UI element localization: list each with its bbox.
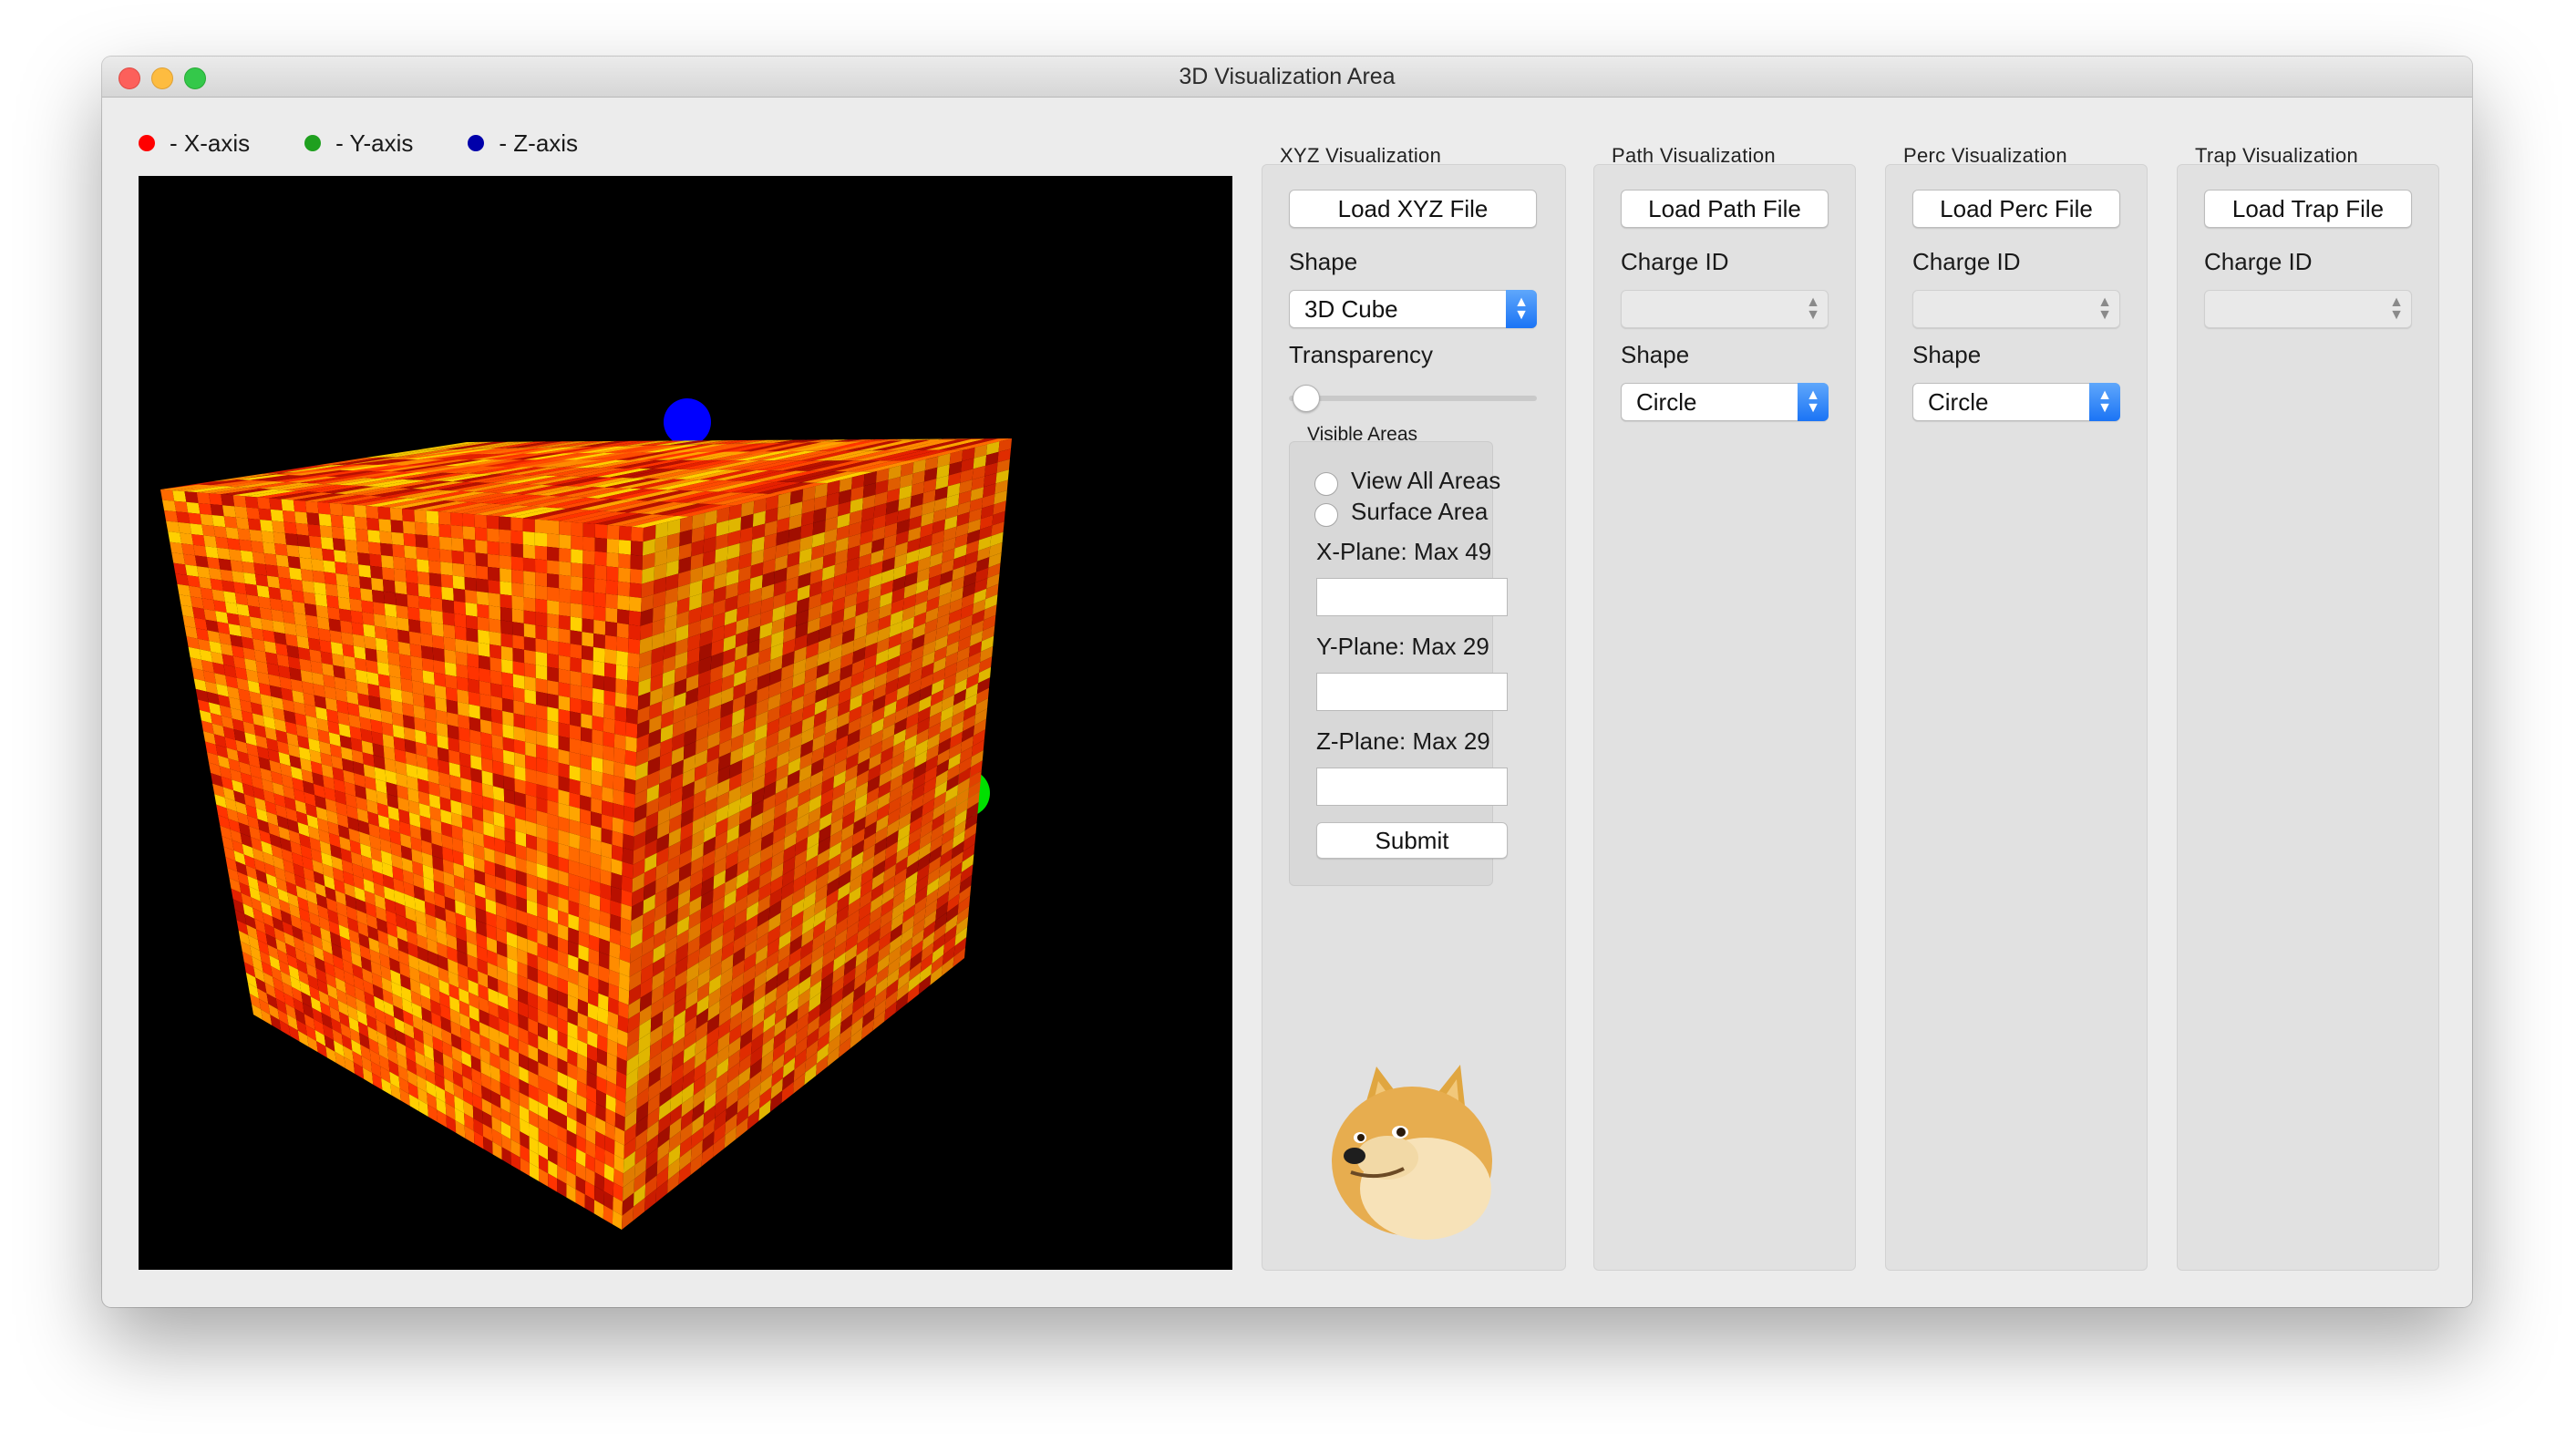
xyz-shape-label: Shape [1289, 248, 1358, 275]
view-all-areas-radio[interactable] [1314, 472, 1338, 496]
perc-shape-value: Circle [1928, 388, 1989, 416]
xyz-shape-select[interactable]: 3D Cube ▲ ▼ [1289, 290, 1537, 328]
load-path-file-button[interactable]: Load Path File [1621, 190, 1829, 228]
visible-areas-title: Visible Areas [1307, 424, 1418, 445]
perc-charge-id-select[interactable]: ▲ ▼ [1912, 290, 2120, 328]
surface-area-label[interactable]: Surface Area [1351, 498, 1488, 526]
y-plane-label: Y-Plane: Max 29 [1316, 633, 1489, 660]
legend-item-z-axis: - Z-axis [468, 129, 578, 158]
window-title: 3D Visualization Area [1179, 64, 1396, 89]
chevron-up-down-icon: ▲ ▼ [1806, 294, 1820, 323]
perc-panel [1885, 164, 2148, 1271]
trap-charge-id-select[interactable]: ▲ ▼ [2204, 290, 2412, 328]
x-plane-input[interactable] [1316, 578, 1508, 616]
title-bar: 3D Visualization Area [102, 57, 2472, 98]
y-plane-input[interactable] [1316, 673, 1508, 711]
chevron-up-down-icon: ▲ ▼ [2089, 383, 2120, 421]
chevron-up-down-icon: ▲ ▼ [1798, 383, 1829, 421]
x-plane-label: X-Plane: Max 49 [1316, 538, 1492, 565]
perc-shape-label: Shape [1912, 341, 1982, 368]
submit-button[interactable]: Submit [1316, 822, 1508, 859]
transparency-label: Transparency [1289, 341, 1433, 368]
legend-item-x-axis: - X-axis [139, 129, 250, 158]
y-axis-dot-icon [304, 135, 322, 151]
cube-left-face [160, 489, 644, 1230]
path-panel [1593, 164, 1856, 1271]
trap-panel-title: Trap Visualization [2195, 144, 2359, 167]
path-shape-value: Circle [1636, 388, 1697, 416]
perc-panel-title: Perc Visualization [1903, 144, 2067, 167]
transparency-slider-track[interactable] [1289, 396, 1537, 401]
legend-label-z-axis: - Z-axis [499, 129, 579, 157]
z-plane-label: Z-Plane: Max 29 [1316, 727, 1490, 755]
load-perc-file-button[interactable]: Load Perc File [1912, 190, 2120, 228]
view-all-areas-label[interactable]: View All Areas [1351, 467, 1500, 495]
z-axis-dot-icon [468, 135, 485, 151]
perc-charge-id-label: Charge ID [1912, 248, 2021, 275]
cube-right-face [622, 438, 1012, 1230]
path-panel-title: Path Visualization [1612, 144, 1776, 167]
chevron-up-down-icon: ▲ ▼ [1506, 290, 1537, 328]
load-xyz-file-button[interactable]: Load XYZ File [1289, 190, 1537, 228]
xyz-panel-title: XYZ Visualization [1280, 144, 1442, 167]
legend-label-x-axis: - X-axis [170, 129, 251, 157]
doge-logo [1332, 1065, 1492, 1240]
load-trap-file-button[interactable]: Load Trap File [2204, 190, 2412, 228]
main-window: 3D Visualization Area - X-axis - Y-axis … [102, 57, 2472, 1307]
legend-label-y-axis: - Y-axis [335, 129, 414, 157]
trap-panel [2177, 164, 2439, 1271]
3d-scene-canvas[interactable] [139, 176, 1232, 1270]
z-plane-input[interactable] [1316, 768, 1508, 806]
path-charge-id-label: Charge ID [1621, 248, 1729, 275]
transparency-slider-handle[interactable] [1293, 385, 1320, 412]
axis-legend: - X-axis - Y-axis - Z-axis [139, 128, 633, 159]
chevron-up-down-icon: ▲ ▼ [2097, 294, 2112, 323]
3d-viewport[interactable] [139, 176, 1232, 1270]
path-shape-label: Shape [1621, 341, 1690, 368]
surface-area-radio[interactable] [1314, 503, 1338, 527]
x-axis-dot-icon [139, 135, 155, 151]
path-shape-select[interactable]: Circle ▲ ▼ [1621, 383, 1829, 421]
chevron-up-down-icon: ▲ ▼ [2389, 294, 2404, 323]
xyz-shape-value: 3D Cube [1304, 295, 1398, 323]
cube-right-face-shading [622, 438, 1012, 1230]
perc-shape-select[interactable]: Circle ▲ ▼ [1912, 383, 2120, 421]
z-axis-marker [664, 398, 711, 446]
path-charge-id-select[interactable]: ▲ ▼ [1621, 290, 1829, 328]
voxel-cube [160, 438, 1012, 1230]
trap-charge-id-label: Charge ID [2204, 248, 2313, 275]
legend-item-y-axis: - Y-axis [304, 129, 413, 158]
